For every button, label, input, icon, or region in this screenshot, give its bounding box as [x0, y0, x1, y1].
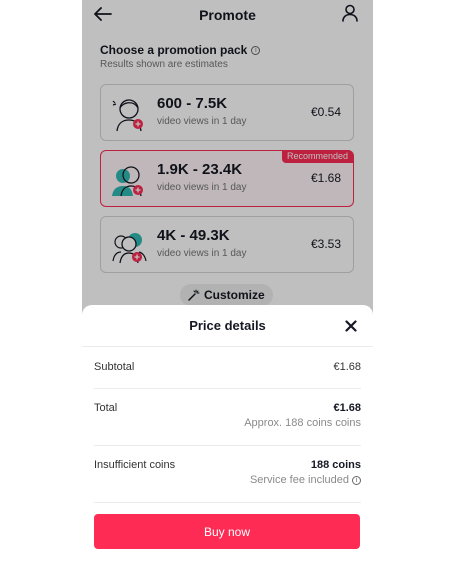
close-icon: [345, 320, 357, 332]
info-icon[interactable]: i: [352, 475, 361, 485]
divider: [94, 388, 361, 389]
service-fee-note: Service fee included i: [250, 474, 361, 486]
price-details-sheet: Price details Subtotal €1.68 Total €1.68…: [82, 305, 373, 563]
service-fee-text: Service fee included: [249, 474, 349, 486]
total-label: Total: [94, 402, 118, 414]
total-coins-approx: Approx. 188 coins coins: [244, 417, 361, 429]
sheet-title: Price details: [189, 318, 266, 333]
divider: [94, 445, 361, 446]
insufficient-coins-value: 188 coins: [310, 459, 361, 471]
subtotal-value: €1.68: [333, 361, 361, 373]
phone-screen: Promote Choose a promotion pack i Result…: [82, 0, 373, 563]
total-value: €1.68: [333, 402, 361, 414]
sheet-header: Price details: [82, 305, 373, 347]
subtotal-label: Subtotal: [94, 361, 135, 373]
buy-now-button[interactable]: Buy now: [94, 514, 360, 549]
divider: [94, 502, 361, 503]
insufficient-coins-label: Insufficient coins: [94, 459, 176, 471]
close-button[interactable]: [343, 318, 359, 334]
